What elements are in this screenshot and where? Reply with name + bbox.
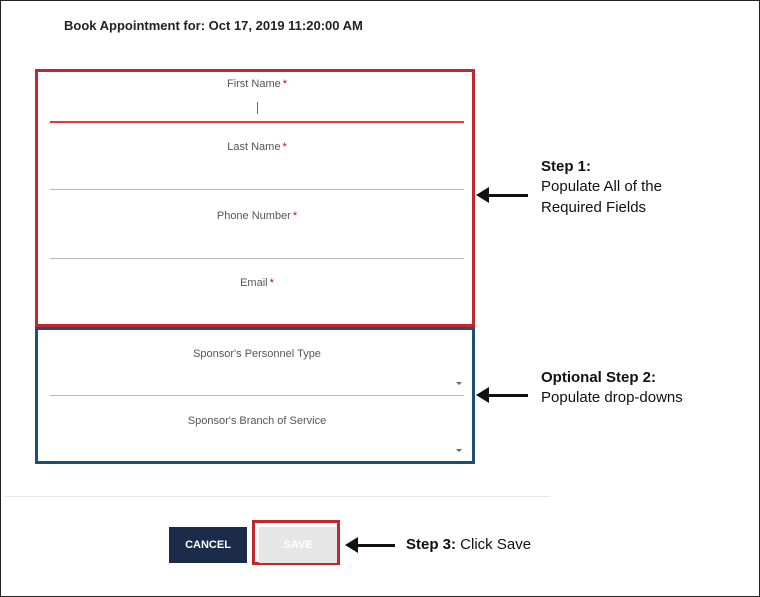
branch-of-service-dropdown[interactable]: Sponsor's Branch of Service bbox=[50, 415, 464, 459]
last-name-label: Last Name bbox=[227, 141, 281, 153]
step3-arrow-shaft bbox=[357, 544, 395, 547]
step2-arrow-shaft bbox=[488, 394, 528, 397]
step1-line2: Required Fields bbox=[541, 198, 647, 216]
last-name-input-underline bbox=[50, 189, 464, 190]
email-label: Email bbox=[240, 277, 268, 289]
phone-number-field[interactable]: Phone Number * bbox=[50, 210, 464, 260]
phone-number-input-underline bbox=[50, 258, 464, 259]
step1-annotation: Step 1: Populate All of the Required Fie… bbox=[541, 157, 662, 218]
step2-arrow-head bbox=[476, 387, 489, 403]
page-title: Book Appointment for: Oct 17, 2019 11:20… bbox=[64, 18, 363, 33]
phone-number-label: Phone Number bbox=[216, 210, 291, 222]
first-name-field[interactable]: First Name * bbox=[50, 78, 464, 128]
step3-arrow-head bbox=[345, 537, 358, 553]
step3-title: Step 3: bbox=[406, 536, 457, 553]
step1-title: Step 1: bbox=[541, 158, 592, 175]
step3-text: Click Save bbox=[456, 536, 532, 553]
branch-of-service-label: Sponsor's Branch of Service bbox=[187, 415, 327, 427]
step3-annotation: Step 3: Click Save bbox=[406, 535, 531, 555]
step1-arrow-shaft bbox=[488, 194, 528, 197]
first-name-label: First Name bbox=[226, 78, 281, 90]
first-name-input-underline bbox=[50, 121, 464, 123]
chevron-down-icon[interactable] bbox=[456, 382, 462, 385]
email-field[interactable]: Email * bbox=[50, 277, 464, 321]
required-fields-highlight: First Name * Last Name * Phone Number * Ema… bbox=[35, 69, 475, 327]
save-button[interactable]: SAVE bbox=[259, 527, 337, 563]
step2-annotation: Optional Step 2: Populate drop-downs bbox=[541, 368, 683, 409]
footer-divider bbox=[4, 496, 550, 497]
required-asterisk: * bbox=[282, 141, 287, 153]
required-asterisk: * bbox=[269, 277, 274, 289]
optional-dropdowns-highlight: Sponsor's Personnel Type Sponsor's Branc… bbox=[35, 327, 475, 464]
personnel-type-underline bbox=[50, 395, 464, 396]
last-name-field[interactable]: Last Name * bbox=[50, 141, 464, 191]
personnel-type-label: Sponsor's Personnel Type bbox=[193, 348, 321, 360]
step2-line1: Populate drop-downs bbox=[541, 389, 683, 407]
cancel-button[interactable]: CANCEL bbox=[169, 527, 247, 563]
required-asterisk: * bbox=[282, 78, 288, 90]
personnel-type-dropdown[interactable]: Sponsor's Personnel Type bbox=[50, 348, 464, 396]
chevron-down-icon[interactable] bbox=[456, 449, 462, 452]
text-cursor bbox=[257, 102, 258, 114]
step2-title: Optional Step 2: bbox=[541, 369, 657, 386]
step1-line1: Populate All of the bbox=[541, 178, 662, 196]
required-asterisk: * bbox=[292, 210, 298, 222]
step1-arrow-head bbox=[476, 187, 489, 203]
